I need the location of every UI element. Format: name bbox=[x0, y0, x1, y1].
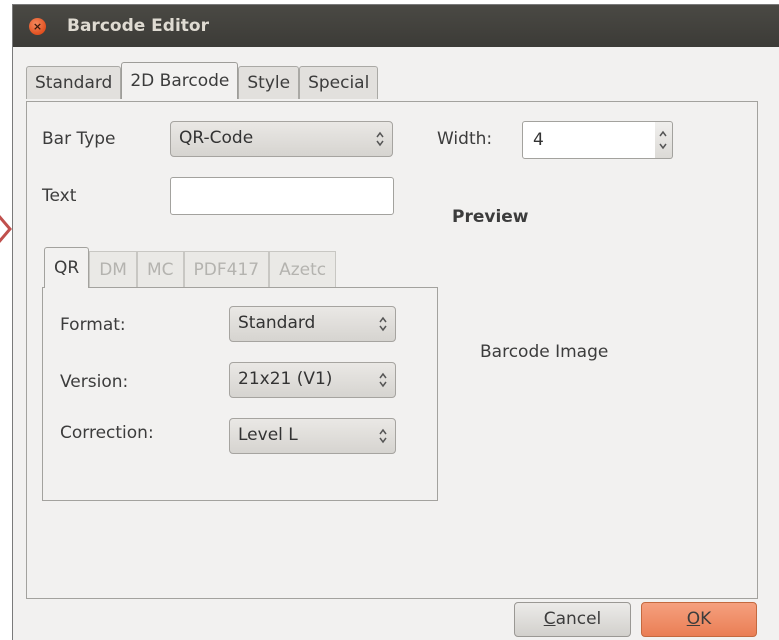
width-label: Width: bbox=[437, 129, 493, 149]
title-bar: × Barcode Editor bbox=[13, 5, 779, 47]
spin-arrows-icon bbox=[659, 130, 667, 150]
main-tab-bar: Standard 2D Barcode Style Special bbox=[26, 62, 379, 99]
updown-arrows-icon bbox=[376, 131, 384, 147]
version-label: Version: bbox=[60, 372, 129, 392]
version-value: 21x21 (V1) bbox=[238, 369, 333, 389]
tab-mc[interactable]: MC bbox=[136, 251, 184, 288]
format-label: Format: bbox=[60, 315, 126, 335]
preview-heading: Preview bbox=[452, 207, 529, 227]
barcode-image-placeholder: Barcode Image bbox=[480, 342, 609, 362]
ok-label-rest: K bbox=[700, 609, 712, 629]
tab-special[interactable]: Special bbox=[299, 66, 379, 99]
text-input[interactable] bbox=[170, 177, 394, 215]
version-select[interactable]: 21x21 (V1) bbox=[229, 362, 396, 398]
format-value: Standard bbox=[238, 313, 316, 333]
window-title: Barcode Editor bbox=[67, 16, 209, 36]
tab-style[interactable]: Style bbox=[238, 66, 300, 99]
text-label: Text bbox=[42, 186, 77, 206]
bar-type-select[interactable]: QR-Code bbox=[170, 121, 393, 157]
width-spin-buttons[interactable] bbox=[655, 121, 673, 159]
cancel-mnemonic: C bbox=[543, 609, 556, 629]
updown-arrows-icon bbox=[379, 316, 387, 332]
format-select[interactable]: Standard bbox=[229, 306, 396, 342]
tab-qr[interactable]: QR bbox=[44, 247, 90, 288]
tab-2d-barcode[interactable]: 2D Barcode bbox=[121, 62, 239, 99]
tab-azetc[interactable]: Azetc bbox=[269, 251, 337, 288]
correction-value: Level L bbox=[238, 425, 298, 445]
close-icon[interactable]: × bbox=[29, 18, 46, 35]
tab-dm[interactable]: DM bbox=[89, 251, 137, 288]
correction-select[interactable]: Level L bbox=[229, 418, 396, 454]
updown-arrows-icon bbox=[379, 372, 387, 388]
width-spin-input[interactable]: 4 bbox=[522, 121, 656, 159]
cancel-label-rest: ancel bbox=[555, 609, 602, 629]
cancel-button[interactable]: Cancel bbox=[514, 602, 631, 637]
tab-pdf417[interactable]: PDF417 bbox=[183, 251, 270, 288]
bar-type-label: Bar Type bbox=[42, 129, 116, 149]
bar-type-value: QR-Code bbox=[179, 128, 254, 148]
symbology-tab-bar: QR DM MC PDF417 Azetc bbox=[44, 247, 337, 288]
ok-mnemonic: O bbox=[686, 609, 701, 629]
ok-button[interactable]: OK bbox=[641, 602, 757, 637]
updown-arrows-icon bbox=[379, 428, 387, 444]
correction-label: Correction: bbox=[60, 423, 154, 443]
tab-standard[interactable]: Standard bbox=[26, 66, 122, 99]
